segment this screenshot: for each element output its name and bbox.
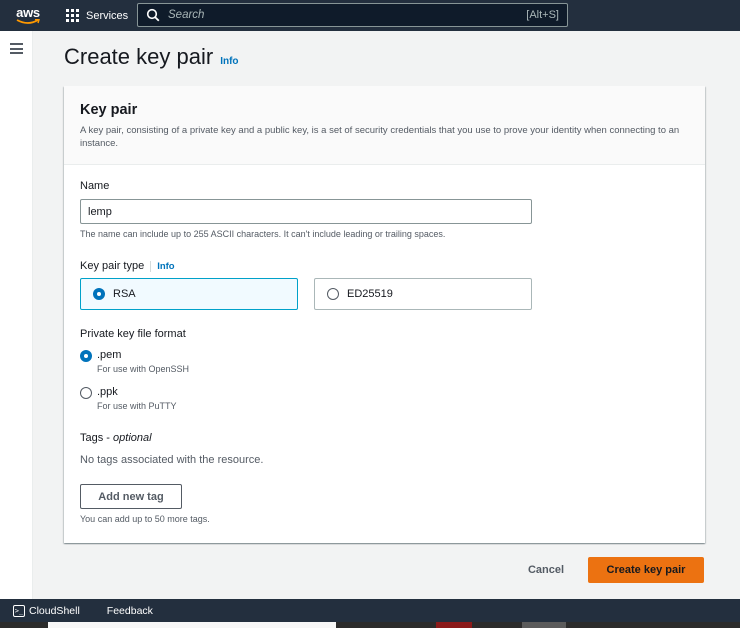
ppk-label: .ppk <box>97 386 118 398</box>
key-type-rsa-tile[interactable]: RSA <box>80 278 298 310</box>
tags-label: Tags - optional <box>80 432 152 444</box>
tags-label-text: Tags <box>80 432 104 444</box>
side-rail <box>0 31 33 599</box>
cancel-button[interactable]: Cancel <box>518 557 574 583</box>
pem-description: For use with OpenSSH <box>97 364 190 374</box>
tags-hint: You can add up to 50 more tags. <box>80 514 210 524</box>
panel-description: A key pair, consisting of a private key … <box>80 125 680 149</box>
key-pair-type-label: Key pair type Info <box>80 260 175 272</box>
cloudshell-button[interactable]: >_ CloudShell <box>13 604 80 617</box>
ed25519-radio[interactable] <box>327 288 339 300</box>
name-label: Name <box>80 180 110 192</box>
os-taskbar <box>0 622 740 628</box>
footer-bar: >_ CloudShell Feedback <box>0 599 740 622</box>
create-key-pair-button[interactable]: Create key pair <box>588 557 704 583</box>
rsa-radio[interactable] <box>93 288 105 300</box>
format-option-pem[interactable]: .pem For use with OpenSSH <box>80 349 189 374</box>
name-input[interactable] <box>80 199 532 224</box>
taskbar-item[interactable] <box>436 622 472 628</box>
rsa-label: RSA <box>113 288 136 300</box>
search-box[interactable]: [Alt+S] <box>137 3 568 27</box>
tags-empty-text: No tags associated with the resource. <box>80 454 264 466</box>
page-info-link[interactable]: Info <box>220 56 238 67</box>
name-hint: The name can include up to 255 ASCII cha… <box>80 229 446 239</box>
format-label: Private key file format <box>80 328 186 340</box>
panel-header: Key pair A key pair, consisting of a pri… <box>64 86 705 165</box>
taskbar-item[interactable] <box>48 622 336 628</box>
terminal-icon: >_ <box>13 604 25 617</box>
key-pair-panel: Key pair A key pair, consisting of a pri… <box>64 86 705 543</box>
menu-icon[interactable] <box>10 43 23 54</box>
key-pair-type-text: Key pair type <box>80 260 145 272</box>
services-menu-button[interactable]: Services <box>66 8 129 23</box>
grid-icon <box>66 8 80 23</box>
page-title-text: Create key pair <box>64 44 214 69</box>
key-type-ed25519-tile[interactable]: ED25519 <box>314 278 532 310</box>
add-new-tag-button[interactable]: Add new tag <box>80 484 182 509</box>
search-input[interactable] <box>168 9 498 21</box>
aws-smile-icon <box>16 18 40 24</box>
ppk-radio[interactable] <box>80 387 92 399</box>
top-navigation: aws Services [Alt+S] <box>0 0 740 31</box>
panel-title: Key pair <box>80 102 138 118</box>
search-icon <box>146 8 160 22</box>
format-option-ppk[interactable]: .ppk For use with PuTTY <box>80 386 177 411</box>
key-pair-type-info-link[interactable]: Info <box>150 261 175 272</box>
pem-label: .pem <box>97 349 122 361</box>
feedback-link[interactable]: Feedback <box>107 605 153 617</box>
ed25519-label: ED25519 <box>347 288 393 300</box>
search-shortcut: [Alt+S] <box>526 9 559 21</box>
pem-radio[interactable] <box>80 350 92 362</box>
page-title: Create key pair Info <box>64 44 239 70</box>
aws-logo[interactable]: aws <box>8 0 48 31</box>
ppk-description: For use with PuTTY <box>97 401 177 411</box>
services-label: Services <box>86 9 129 22</box>
taskbar-item[interactable] <box>522 622 566 628</box>
cloudshell-label: CloudShell <box>29 604 80 617</box>
tags-optional: optional <box>113 432 152 444</box>
aws-logo-text: aws <box>16 4 40 20</box>
